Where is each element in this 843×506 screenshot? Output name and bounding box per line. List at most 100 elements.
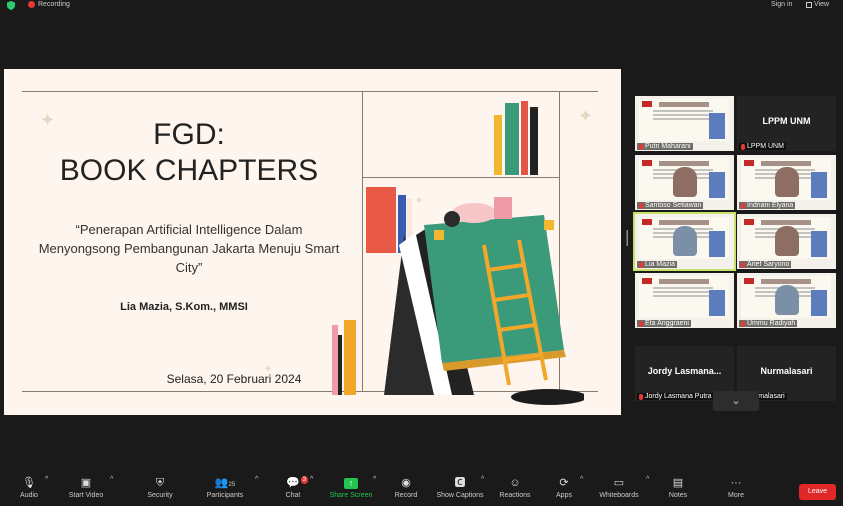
whiteboard-icon: ▭ (613, 477, 625, 489)
participants-button[interactable]: 👥25 Participants (203, 476, 247, 499)
participant-name: Santoso Setiawan (645, 202, 702, 209)
mic-muted-icon (639, 202, 643, 209)
chat-button[interactable]: 💬 3 Chat (282, 476, 308, 499)
top-bar: Recording Sign in View (0, 0, 843, 12)
audio-options-caret[interactable]: ^ (45, 476, 48, 483)
share-screen-icon: ↑ (328, 476, 374, 490)
participant-tile[interactable]: Arief Saryono (737, 214, 836, 269)
virtual-background (639, 276, 729, 318)
participant-name-label: Eta Anggraeni (637, 320, 691, 327)
chat-options-caret[interactable]: ^ (310, 476, 313, 483)
participant-tile[interactable]: Santoso Setiawan (635, 155, 734, 210)
view-grid-icon (806, 1, 812, 8)
participant-name-label: Jordy Lasmana Putra (637, 393, 714, 400)
mic-muted-icon (639, 261, 643, 268)
mic-muted-icon (639, 393, 643, 400)
slide-title: FGD: BOOK CHAPTERS (44, 117, 334, 189)
mic-muted-icon (741, 261, 745, 268)
apps-icon: ⟳ (559, 477, 569, 489)
virtual-background (639, 99, 729, 141)
participant-display-name: Nurmalasari (760, 366, 813, 376)
record-button[interactable]: ◉ Record (392, 476, 420, 499)
participant-name: Putri Maharani (645, 143, 691, 150)
share-screen-button[interactable]: ↑ Share Screen (328, 476, 374, 499)
reactions-button[interactable]: ☺ Reactions (497, 476, 533, 499)
participant-name-label: LPPM UNM (739, 143, 786, 150)
participant-name-label: Santoso Setiawan (637, 202, 704, 209)
books-illustration (332, 101, 584, 405)
panel-resize-handle[interactable] (626, 230, 628, 246)
mic-muted-icon: 🎙 (22, 477, 36, 489)
participant-tile[interactable]: Indriani Elyana (737, 155, 836, 210)
gallery-expand-button[interactable]: ⌄ (713, 391, 759, 411)
slide-date: Selasa, 20 Februari 2024 (166, 372, 302, 386)
captions-icon: 🅲 (454, 477, 466, 489)
show-captions-button[interactable]: 🅲 Show Captions (434, 476, 486, 499)
video-off-icon: ▣ (80, 477, 92, 489)
participant-name-label: Arief Saryono (739, 261, 792, 268)
more-button[interactable]: ··· More (723, 476, 749, 499)
reactions-icon: ☺ (509, 477, 521, 489)
participant-name-label: Ummu Radiyah (739, 320, 798, 327)
recording-indicator[interactable]: Recording (28, 1, 70, 8)
view-button[interactable]: View (806, 1, 829, 8)
participant-tile[interactable]: Ummu Radiyah (737, 273, 836, 328)
record-dot-icon (28, 1, 35, 8)
start-video-button[interactable]: ▣ Start Video (64, 476, 108, 499)
participant-name-label: Indriani Elyana (739, 202, 796, 209)
mic-muted-icon (741, 320, 745, 327)
participant-tile[interactable]: Putri Maharani (635, 96, 734, 151)
mic-muted-icon (639, 320, 643, 327)
slide-author: Lia Mazia, S.Kom., MMSI (120, 301, 248, 313)
apps-options-caret[interactable]: ^ (580, 476, 583, 483)
slide-frame-line (22, 91, 598, 92)
mic-muted-icon (639, 143, 643, 150)
apps-button[interactable]: ⟳ Apps (553, 476, 575, 499)
security-button[interactable]: ⛨ Security (143, 476, 177, 499)
notes-button[interactable]: ▤ Notes (666, 476, 690, 499)
mic-muted-icon (741, 143, 745, 150)
whiteboards-options-caret[interactable]: ^ (646, 476, 649, 483)
participant-tile[interactable]: Eta Anggraeni (635, 273, 734, 328)
shared-screen: ✦ ✦ ✦ FGD: BOOK CHAPTERS “Penerapan Arti… (4, 69, 621, 415)
participants-icon: 👥25 (214, 477, 236, 489)
meeting-toolbar: 🎙 Audio ^ ▣ Start Video ^ ⛨ Security 👥25… (0, 474, 843, 506)
participant-video (673, 226, 697, 256)
slide-title-line2: BOOK CHAPTERS (59, 154, 319, 187)
sign-in-link[interactable]: Sign in (771, 1, 792, 8)
audio-button[interactable]: 🎙 Audio (16, 476, 42, 499)
participant-name: Arief Saryono (747, 261, 790, 268)
shield-icon[interactable] (7, 1, 15, 10)
notes-icon: ▤ (672, 477, 684, 489)
participant-video (775, 167, 799, 197)
share-options-caret[interactable]: ^ (373, 476, 376, 483)
recording-label: Recording (38, 1, 70, 8)
participant-video (673, 167, 697, 197)
chevron-down-icon: ⌄ (731, 395, 741, 407)
record-icon: ◉ (401, 477, 411, 489)
whiteboards-button[interactable]: ▭ Whiteboards (596, 476, 642, 499)
video-options-caret[interactable]: ^ (110, 476, 113, 483)
mic-muted-icon (741, 202, 745, 209)
view-label: View (814, 1, 830, 8)
leave-button[interactable]: Leave (799, 484, 836, 500)
captions-options-caret[interactable]: ^ (481, 476, 484, 483)
participant-display-name: Jordy Lasmana... (647, 366, 722, 376)
participants-options-caret[interactable]: ^ (255, 476, 258, 483)
participant-tile[interactable]: LPPM UNM LPPM UNM (737, 96, 836, 151)
more-icon: ··· (730, 477, 742, 489)
slide-title-line1: FGD: (153, 118, 225, 151)
participant-display-name: LPPM UNM (762, 116, 811, 126)
slide-subtitle: “Penerapan Artificial Intelligence Dalam… (38, 222, 340, 275)
participant-name: Lia Mazia (645, 261, 675, 268)
participant-name: LPPM UNM (747, 143, 784, 150)
participant-name: Indriani Elyana (747, 202, 794, 209)
participant-name-label: Putri Maharani (637, 143, 693, 150)
participant-name-label: Lia Mazia (637, 261, 677, 268)
security-shield-icon: ⛨ (155, 477, 165, 489)
participant-video (775, 226, 799, 256)
participant-tile[interactable]: Lia Mazia (633, 212, 736, 271)
participant-video (775, 285, 799, 315)
participant-name: Eta Anggraeni (645, 320, 689, 327)
participant-name: Ummu Radiyah (747, 320, 796, 327)
